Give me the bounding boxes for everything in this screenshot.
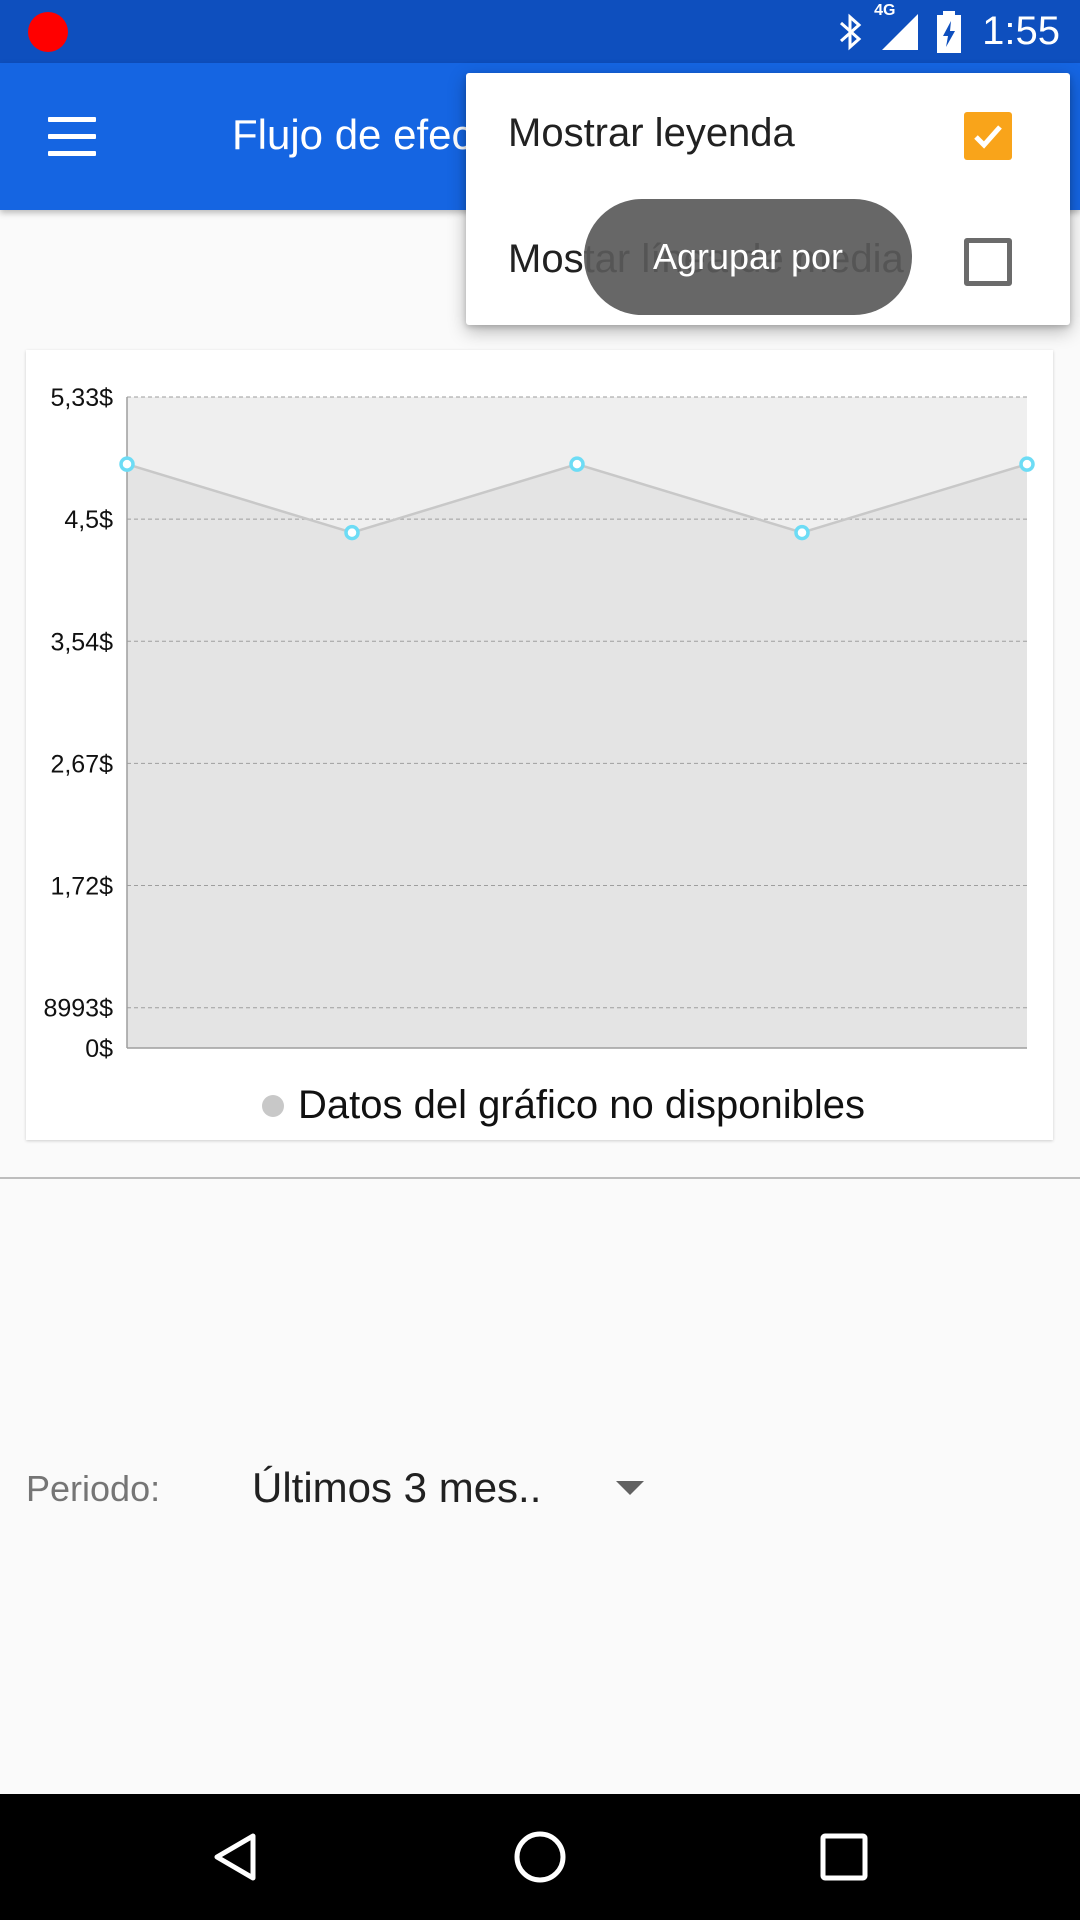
legend-label: Datos del gráfico no disponibles	[298, 1083, 866, 1127]
back-icon[interactable]	[201, 1822, 271, 1892]
toast-message: Agrupar por	[584, 199, 912, 315]
home-icon[interactable]	[505, 1822, 575, 1892]
y-tick-label: 0$	[85, 1035, 113, 1063]
y-tick-label: 5,33$	[50, 384, 113, 412]
data-point	[344, 524, 360, 541]
chevron-down-icon[interactable]	[616, 1481, 644, 1495]
data-point	[569, 456, 585, 472]
series-area	[127, 464, 1027, 1048]
checkbox-checked[interactable]	[964, 112, 1012, 160]
data-point	[119, 456, 135, 472]
y-tick-label: 2,67$	[50, 750, 113, 778]
y-tick-label: 4,5$	[64, 506, 113, 534]
data-point	[794, 524, 810, 541]
y-tick-label: 3,54$	[50, 628, 113, 656]
recents-icon[interactable]	[809, 1822, 879, 1892]
menu-item-mostrar-leyenda[interactable]: Mostrar leyenda	[466, 73, 1070, 199]
checkmark-icon	[974, 125, 1002, 149]
menu-item-label: Mostrar leyenda	[508, 111, 795, 155]
y-tick-label: 1,72$	[50, 873, 113, 901]
legend-swatch	[262, 1094, 284, 1117]
navigation-bar	[0, 1794, 1080, 1920]
divider	[0, 1177, 1080, 1179]
checkbox-unchecked[interactable]	[964, 238, 1012, 286]
chart-legend: Datos del gráfico no disponibles	[262, 1083, 865, 1128]
data-point	[1019, 456, 1035, 472]
period-label: Periodo:	[26, 1468, 161, 1509]
y-tick-label: 8993$	[43, 995, 113, 1023]
period-dropdown[interactable]: Últimos 3 mes..	[252, 1464, 541, 1512]
